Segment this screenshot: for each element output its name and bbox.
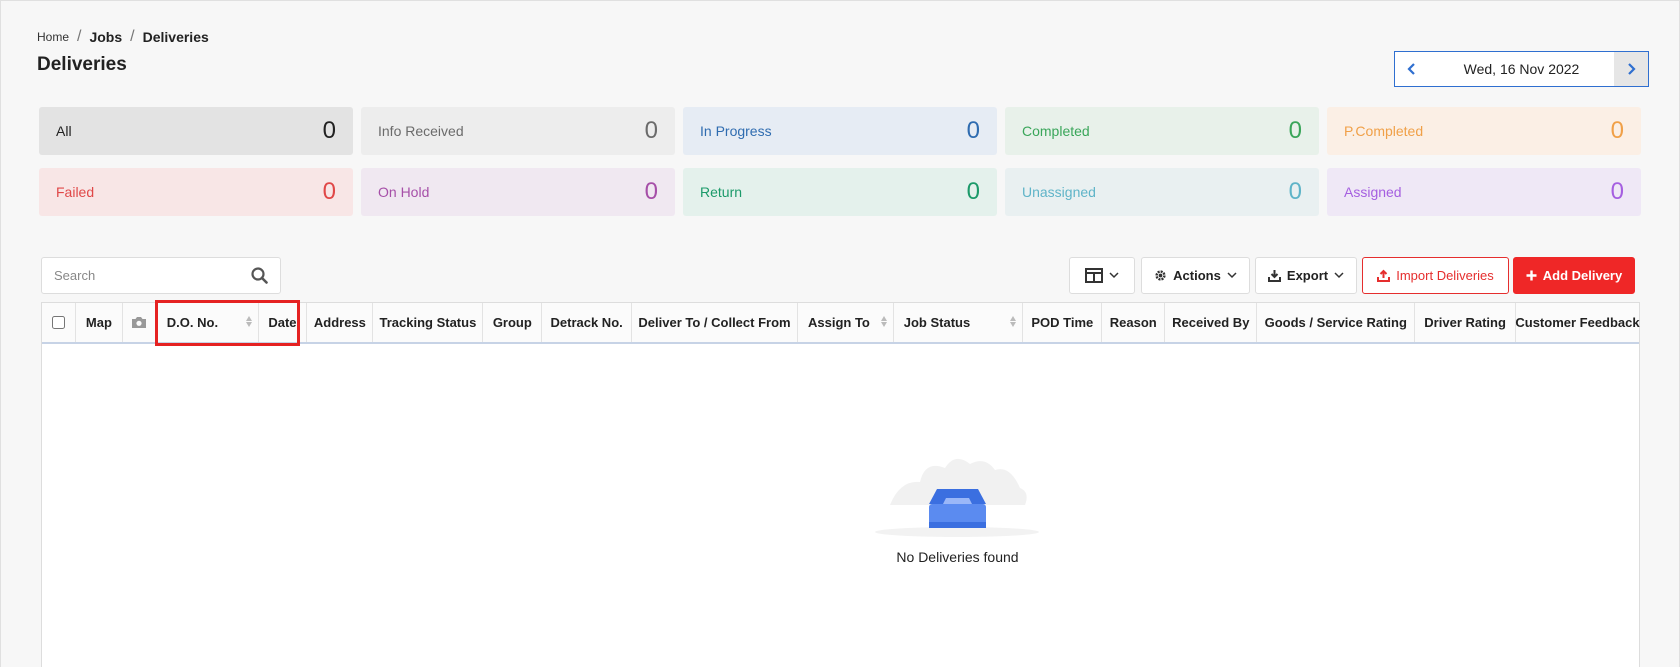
select-all-checkbox[interactable] (51, 316, 65, 329)
chevron-down-icon (1227, 272, 1237, 279)
sort-icon[interactable] (880, 316, 887, 327)
empty-message: No Deliveries found (896, 549, 1019, 565)
breadcrumb-current: Deliveries (142, 29, 209, 45)
stat-label: Unassigned (1022, 184, 1096, 200)
stat-count: 0 (1288, 117, 1302, 144)
column-header-assign-to[interactable]: Assign To (798, 303, 894, 342)
column-toggle-button[interactable] (1069, 257, 1135, 294)
stat-card-p-completed[interactable]: P.Completed 0 (1327, 107, 1641, 155)
stat-card-failed[interactable]: Failed 0 (39, 168, 353, 216)
actions-button[interactable]: Actions (1141, 257, 1250, 294)
column-header-tracking-status[interactable]: Tracking Status (373, 303, 484, 342)
stat-label: All (56, 123, 72, 139)
date-navigator: Wed, 16 Nov 2022 (1394, 51, 1649, 87)
search-input[interactable] (54, 268, 251, 283)
chevron-down-icon (1334, 272, 1344, 279)
download-icon (1267, 270, 1281, 282)
columns-icon (1085, 268, 1103, 283)
sort-icon[interactable] (1010, 316, 1017, 327)
stat-card-return[interactable]: Return 0 (683, 168, 997, 216)
highlight-box (155, 300, 300, 346)
stat-card-info-received[interactable]: Info Received 0 (361, 107, 675, 155)
stat-card-unassigned[interactable]: Unassigned 0 (1005, 168, 1319, 216)
breadcrumb-home[interactable]: Home (37, 30, 69, 44)
date-display[interactable]: Wed, 16 Nov 2022 (1429, 61, 1614, 77)
column-header-driver-rating[interactable]: Driver Rating (1415, 303, 1516, 342)
deliveries-table: Map D.O. No. Date Address Tracking Statu… (41, 302, 1640, 667)
column-label-job-status: Job Status (903, 315, 971, 330)
column-header-address[interactable]: Address (307, 303, 374, 342)
stat-label: Failed (56, 184, 95, 200)
stat-count: 0 (322, 178, 336, 205)
stat-count: 0 (1610, 117, 1624, 144)
column-header-map[interactable]: Map (76, 303, 123, 342)
stat-label: Completed (1022, 123, 1090, 139)
stat-label: Return (700, 184, 743, 200)
import-deliveries-button[interactable]: Import Deliveries (1362, 257, 1509, 294)
stat-label: P.Completed (1344, 123, 1424, 139)
stat-label: Assigned (1344, 184, 1402, 200)
export-button[interactable]: Export (1255, 257, 1357, 294)
select-all-cell (42, 303, 76, 342)
breadcrumb-separator: / (77, 28, 82, 45)
column-header-customer-feedback[interactable]: Customer Feedback (1515, 303, 1639, 342)
stat-count: 0 (966, 178, 980, 205)
column-header-pod-time[interactable]: POD Time (1023, 303, 1103, 342)
column-header-job-status[interactable]: Job Status (894, 303, 1024, 342)
add-delivery-button[interactable]: Add Delivery (1513, 257, 1635, 294)
column-header-reason[interactable]: Reason (1102, 303, 1166, 342)
stat-count: 0 (966, 117, 980, 144)
page-title: Deliveries (37, 54, 127, 75)
upload-icon (1377, 269, 1391, 282)
column-header-deliver-to[interactable]: Deliver To / Collect From (632, 303, 798, 342)
stat-count: 0 (644, 178, 658, 205)
column-header-group[interactable]: Group (483, 303, 543, 342)
stat-card-all[interactable]: All 0 (39, 107, 353, 155)
column-header-photo (123, 303, 157, 342)
add-label: Add Delivery (1542, 268, 1623, 283)
stat-count: 0 (1610, 178, 1624, 205)
chevron-down-icon (1109, 272, 1119, 279)
chevron-right-icon (1628, 63, 1636, 75)
import-label: Import Deliveries (1396, 268, 1494, 283)
stat-label: Info Received (378, 123, 464, 139)
breadcrumb-separator: / (130, 28, 135, 45)
stat-label: In Progress (700, 123, 772, 139)
search-icon[interactable] (251, 267, 268, 284)
status-summary-cards: All 0 Info Received 0 In Progress 0 Completed 0… (39, 107, 1642, 216)
plus-icon (1526, 270, 1537, 281)
column-header-received-by[interactable]: Received By (1165, 303, 1258, 342)
stat-card-on-hold[interactable]: On Hold 0 (361, 168, 675, 216)
stat-card-completed[interactable]: Completed 0 (1005, 107, 1319, 155)
search-box (41, 257, 281, 294)
stat-count: 0 (644, 117, 658, 144)
next-date-button[interactable] (1614, 52, 1648, 86)
breadcrumb: Home / Jobs / Deliveries (37, 28, 209, 46)
stat-count: 0 (322, 117, 336, 144)
column-header-detrack-no[interactable]: Detrack No. (542, 303, 632, 342)
empty-state: No Deliveries found (870, 450, 1045, 565)
actions-label: Actions (1173, 268, 1221, 283)
column-header-goods-rating[interactable]: Goods / Service Rating (1257, 303, 1416, 342)
column-label-assign-to: Assign To (808, 315, 870, 330)
chevron-left-icon (1407, 63, 1415, 75)
stat-count: 0 (1288, 178, 1302, 205)
prev-date-button[interactable] (1395, 52, 1429, 86)
stat-label: On Hold (378, 184, 430, 200)
gear-icon (1155, 270, 1166, 281)
breadcrumb-jobs[interactable]: Jobs (89, 29, 122, 45)
stat-card-in-progress[interactable]: In Progress 0 (683, 107, 997, 155)
camera-icon (132, 317, 147, 328)
export-label: Export (1286, 268, 1329, 283)
stat-card-assigned[interactable]: Assigned 0 (1327, 168, 1641, 216)
empty-inbox-icon (875, 458, 1039, 537)
